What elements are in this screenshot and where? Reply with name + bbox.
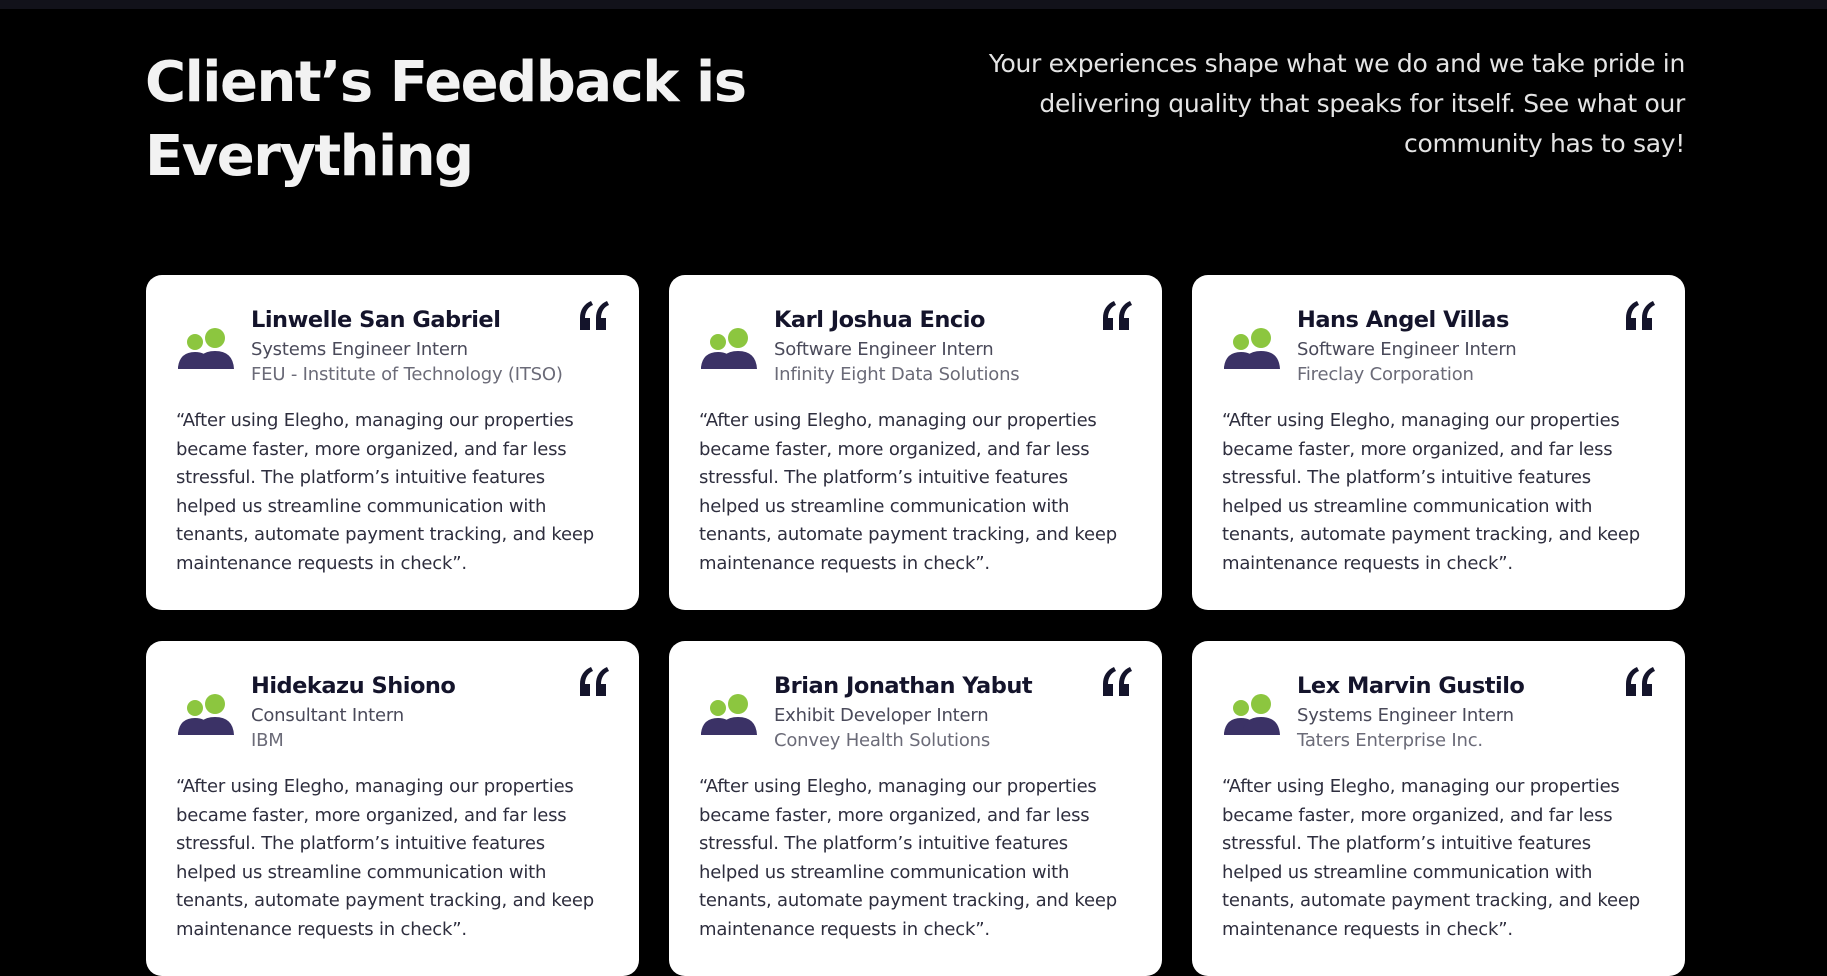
person-company: Convey Health Solutions (774, 730, 991, 751)
person-company: IBM (251, 730, 284, 751)
users-group-icon (1224, 328, 1280, 369)
person-company: FEU - Institute of Technology (ITSO) (251, 364, 563, 385)
person-name: Lex Marvin Gustilo (1297, 673, 1525, 699)
feedback-hero: Client’s Feedback is Everything Your exp… (0, 0, 1827, 240)
quote-open-icon (1626, 301, 1655, 330)
card-header: Brian Jonathan Yabut Exhibit Developer I… (699, 667, 1132, 753)
card-header: Karl Joshua Encio Software Engineer Inte… (699, 301, 1132, 387)
users-group-icon (178, 694, 234, 735)
person-name: Karl Joshua Encio (774, 307, 985, 333)
card-header: Lex Marvin Gustilo Systems Engineer Inte… (1222, 667, 1655, 753)
quote-open-icon (580, 667, 609, 696)
person-info: Brian Jonathan Yabut Exhibit Developer I… (774, 671, 1132, 753)
users-group-icon (701, 328, 757, 369)
section-title: Client’s Feedback is Everything (145, 50, 747, 189)
person-name: Linwelle San Gabriel (251, 307, 501, 333)
person-info: Linwelle San Gabriel Systems Engineer In… (251, 305, 609, 387)
testimonial-text: “After using Elegho, managing our proper… (1222, 776, 1640, 940)
users-group-icon (1224, 694, 1280, 735)
person-role: Systems Engineer Intern (1297, 705, 1514, 726)
card-header: Linwelle San Gabriel Systems Engineer In… (176, 301, 609, 387)
person-role: Software Engineer Intern (774, 339, 994, 360)
section-subtitle: Your experiences shape what we do and we… (988, 49, 1685, 158)
testimonial-card: Hidekazu Shiono Consultant Intern IBM “A… (146, 641, 639, 976)
testimonial-card: Linwelle San Gabriel Systems Engineer In… (146, 275, 639, 610)
person-role: Software Engineer Intern (1297, 339, 1517, 360)
testimonial-card: Brian Jonathan Yabut Exhibit Developer I… (669, 641, 1162, 976)
quote-open-icon (1103, 667, 1132, 696)
person-info: Karl Joshua Encio Software Engineer Inte… (774, 305, 1132, 387)
person-company: Fireclay Corporation (1297, 364, 1474, 385)
testimonial-card: Lex Marvin Gustilo Systems Engineer Inte… (1192, 641, 1685, 976)
testimonial-card: Karl Joshua Encio Software Engineer Inte… (669, 275, 1162, 610)
person-role: Exhibit Developer Intern (774, 705, 989, 726)
testimonial-text: “After using Elegho, managing our proper… (699, 776, 1117, 940)
testimonial-text: “After using Elegho, managing our proper… (176, 776, 594, 940)
person-name: Hidekazu Shiono (251, 673, 456, 699)
testimonial-text: “After using Elegho, managing our proper… (699, 410, 1117, 574)
testimonial-text: “After using Elegho, managing our proper… (1222, 410, 1640, 574)
testimonial-card: Hans Angel Villas Software Engineer Inte… (1192, 275, 1685, 610)
person-info: Lex Marvin Gustilo Systems Engineer Inte… (1297, 671, 1655, 753)
card-header: Hidekazu Shiono Consultant Intern IBM (176, 667, 609, 753)
testimonial-text: “After using Elegho, managing our proper… (176, 410, 594, 574)
person-role: Consultant Intern (251, 705, 404, 726)
person-info: Hidekazu Shiono Consultant Intern IBM (251, 671, 609, 753)
users-group-icon (701, 694, 757, 735)
quote-open-icon (580, 301, 609, 330)
person-info: Hans Angel Villas Software Engineer Inte… (1297, 305, 1655, 387)
quote-open-icon (1103, 301, 1132, 330)
person-company: Taters Enterprise Inc. (1297, 730, 1483, 751)
person-company: Infinity Eight Data Solutions (774, 364, 1020, 385)
quote-open-icon (1626, 667, 1655, 696)
person-name: Brian Jonathan Yabut (774, 673, 1033, 699)
testimonial-grid: Linwelle San Gabriel Systems Engineer In… (146, 275, 1686, 976)
users-group-icon (178, 328, 234, 369)
card-header: Hans Angel Villas Software Engineer Inte… (1222, 301, 1655, 387)
person-role: Systems Engineer Intern (251, 339, 468, 360)
person-name: Hans Angel Villas (1297, 307, 1509, 333)
